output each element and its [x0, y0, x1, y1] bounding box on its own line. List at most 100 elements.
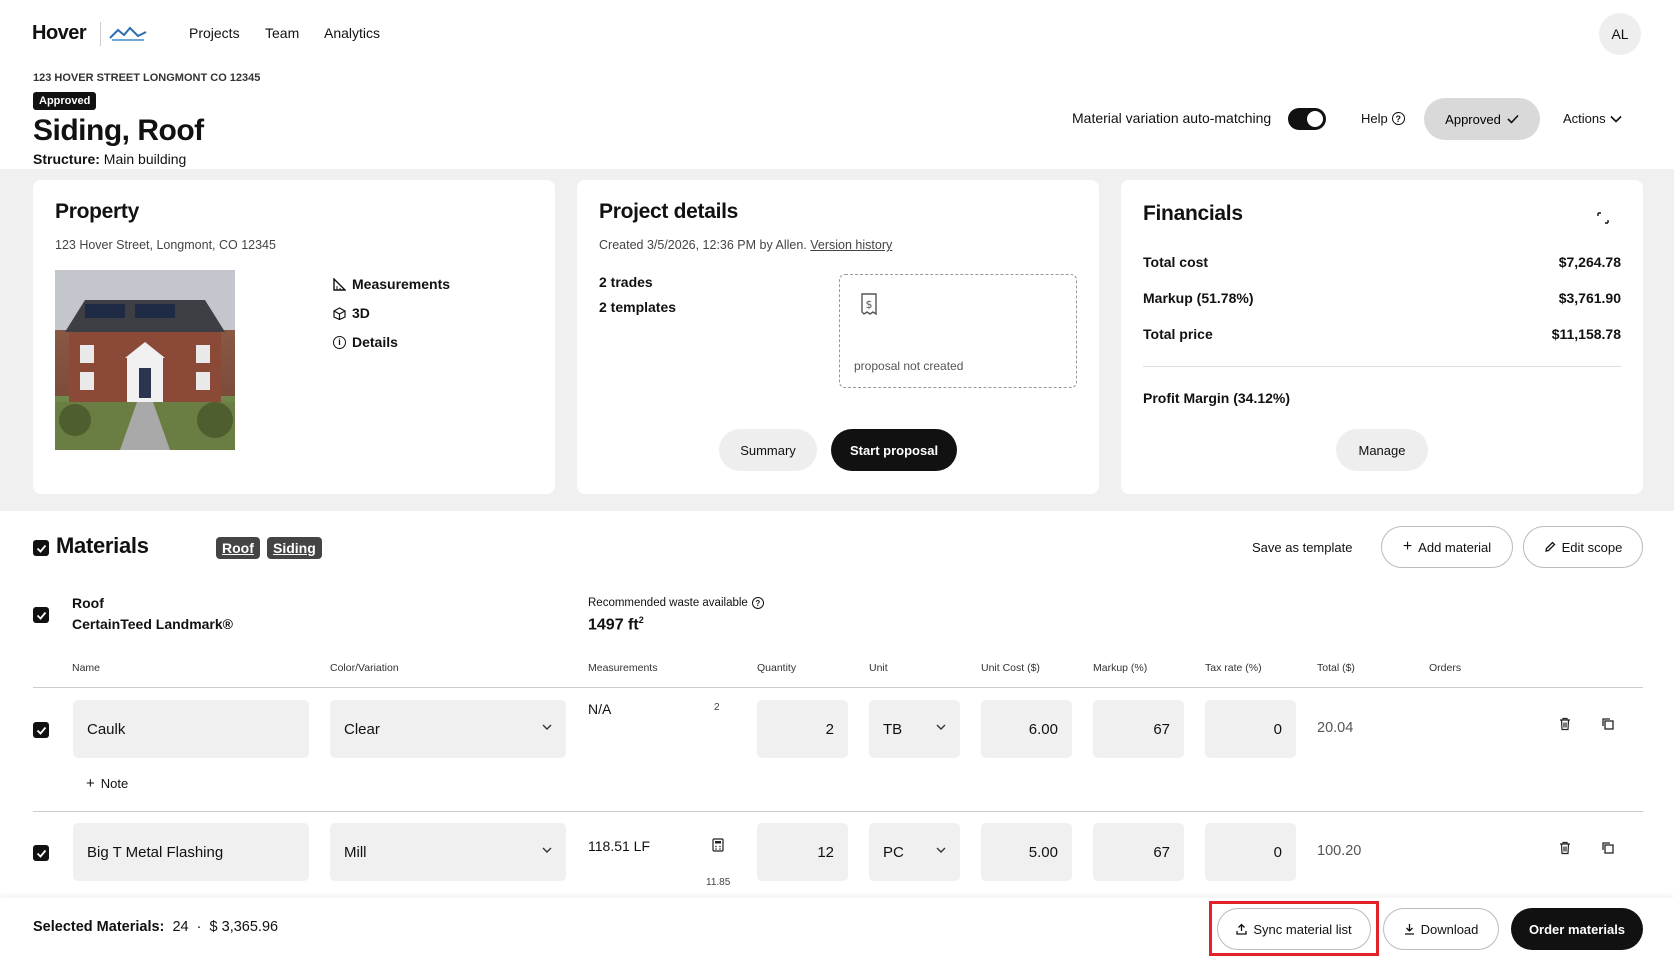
waste-value-exp: 2: [638, 615, 644, 625]
selected-total: $ 3,365.96: [209, 919, 279, 935]
color-select[interactable]: Mill: [330, 823, 566, 881]
total-price-label: Total price: [1143, 326, 1213, 342]
color-select[interactable]: Clear: [330, 700, 566, 758]
approved-button[interactable]: Approved: [1424, 98, 1540, 140]
markup-input[interactable]: 67: [1093, 823, 1184, 881]
col-quantity: Quantity: [757, 662, 797, 674]
name-field[interactable]: Caulk: [73, 700, 309, 758]
waste-value: 1497 ft2: [588, 615, 644, 634]
roof-section-checkbox[interactable]: [33, 607, 49, 623]
avatar[interactable]: AL: [1599, 13, 1641, 55]
3d-link[interactable]: 3D: [333, 305, 370, 321]
unit-value: PC: [883, 843, 904, 861]
pencil-icon: [1544, 541, 1556, 552]
tax-input[interactable]: 0: [1205, 700, 1296, 758]
quantity-input[interactable]: 12: [757, 823, 848, 881]
hover-logo[interactable]: Hover: [32, 22, 87, 45]
add-material-label: Add material: [1418, 539, 1492, 555]
unit-select[interactable]: TB: [869, 700, 960, 758]
start-proposal-button[interactable]: Start proposal: [831, 429, 957, 471]
save-as-template-link[interactable]: Save as template: [1252, 540, 1352, 555]
svg-text:$: $: [866, 298, 873, 311]
trash-icon[interactable]: [1558, 717, 1572, 731]
unit-select[interactable]: PC: [869, 823, 960, 881]
color-value: Mill: [344, 843, 367, 861]
tax-input[interactable]: 0: [1205, 823, 1296, 881]
actions-menu[interactable]: Actions: [1563, 111, 1622, 126]
nav-team[interactable]: Team: [265, 25, 299, 41]
details-link[interactable]: i Details: [333, 334, 398, 350]
selected-count: 24: [172, 919, 189, 935]
version-history-link[interactable]: Version history: [810, 238, 892, 252]
tag-roof[interactable]: Roof: [216, 537, 260, 559]
col-markup: Markup (%): [1093, 662, 1148, 674]
markup-input[interactable]: 67: [1093, 700, 1184, 758]
order-materials-button[interactable]: Order materials: [1511, 908, 1643, 950]
waste-label-text: Recommended waste available: [588, 597, 748, 609]
structure-value: Main building: [103, 151, 187, 167]
auto-match-toggle[interactable]: [1288, 108, 1326, 130]
auto-match-label: Material variation auto-matching: [1072, 110, 1272, 126]
quantity-input[interactable]: 2: [757, 700, 848, 758]
row-total: 100.20: [1317, 843, 1362, 859]
sync-material-list-button[interactable]: Sync material list: [1217, 908, 1371, 950]
nav-analytics[interactable]: Analytics: [324, 25, 380, 41]
house-illustration: [55, 270, 235, 450]
check-icon: [36, 611, 46, 620]
markup-label: Markup (51.78%): [1143, 290, 1254, 306]
project-address: 123 HOVER STREET LONGMONT CO 12345: [33, 72, 261, 84]
edit-scope-button[interactable]: Edit scope: [1523, 526, 1643, 568]
trades-count: 2 trades: [599, 274, 653, 290]
duplicate-icon[interactable]: [1601, 717, 1615, 731]
waste-value-number: 1497: [588, 616, 624, 634]
unit-cost-input[interactable]: 5.00: [981, 823, 1072, 881]
total-cost-value: $7,264.78: [1558, 254, 1621, 270]
col-tax-rate: Tax rate (%): [1205, 662, 1262, 674]
summary-button[interactable]: Summary: [719, 429, 817, 471]
col-unit: Unit: [869, 662, 888, 674]
project-details-card: Project details Created 3/5/2026, 12:36 …: [577, 180, 1099, 494]
house-photo[interactable]: [55, 270, 235, 450]
name-field[interactable]: Big T Metal Flashing: [73, 823, 309, 881]
help-link[interactable]: Help ?: [1361, 111, 1405, 126]
approved-button-label: Approved: [1445, 111, 1501, 127]
property-address: 123 Hover Street, Longmont, CO 12345: [55, 238, 276, 252]
section-trade: Roof: [72, 595, 104, 611]
structure-info: Structure: Main building: [33, 151, 186, 167]
question-icon[interactable]: ?: [751, 597, 764, 609]
download-button[interactable]: Download: [1383, 908, 1499, 950]
nav-projects[interactable]: Projects: [189, 25, 240, 41]
trash-icon[interactable]: [1558, 841, 1572, 855]
section-product: CertainTeed Landmark®: [72, 616, 233, 632]
col-unit-cost: Unit Cost ($): [981, 662, 1040, 674]
row-checkbox[interactable]: [33, 845, 49, 861]
ruler-icon: [333, 277, 346, 291]
duplicate-icon[interactable]: [1601, 841, 1615, 855]
markup-row: Markup (51.78%) $3,761.90: [1143, 290, 1621, 306]
calculator-icon[interactable]: [712, 838, 724, 852]
chevron-down-icon: [1610, 115, 1622, 123]
check-icon: [36, 849, 46, 858]
materials-select-all-checkbox[interactable]: [33, 540, 49, 556]
profit-margin-label: Profit Margin (34.12%): [1143, 390, 1291, 406]
3d-label: 3D: [352, 305, 370, 321]
help-label: Help: [1361, 111, 1388, 126]
measurement-side: 2: [714, 702, 720, 713]
add-material-button[interactable]: + Add material: [1381, 526, 1513, 568]
col-measurements: Measurements: [588, 662, 658, 674]
waste-value-unit: ft: [628, 616, 639, 634]
manage-button[interactable]: Manage: [1336, 429, 1428, 471]
total-cost-label: Total cost: [1143, 254, 1209, 270]
check-icon: [36, 726, 46, 735]
separator: ·: [196, 919, 202, 935]
check-icon: [36, 544, 46, 553]
measurements-link[interactable]: Measurements: [333, 276, 450, 292]
add-note-link[interactable]: + Note: [86, 775, 128, 792]
created-info: Created 3/5/2026, 12:36 PM by Allen. Ver…: [599, 238, 892, 252]
col-total: Total ($): [1317, 662, 1355, 674]
expand-icon[interactable]: [1597, 212, 1609, 224]
row-checkbox[interactable]: [33, 722, 49, 738]
unit-cost-input[interactable]: 6.00: [981, 700, 1072, 758]
tag-siding[interactable]: Siding: [267, 537, 322, 559]
edit-scope-label: Edit scope: [1561, 539, 1623, 555]
